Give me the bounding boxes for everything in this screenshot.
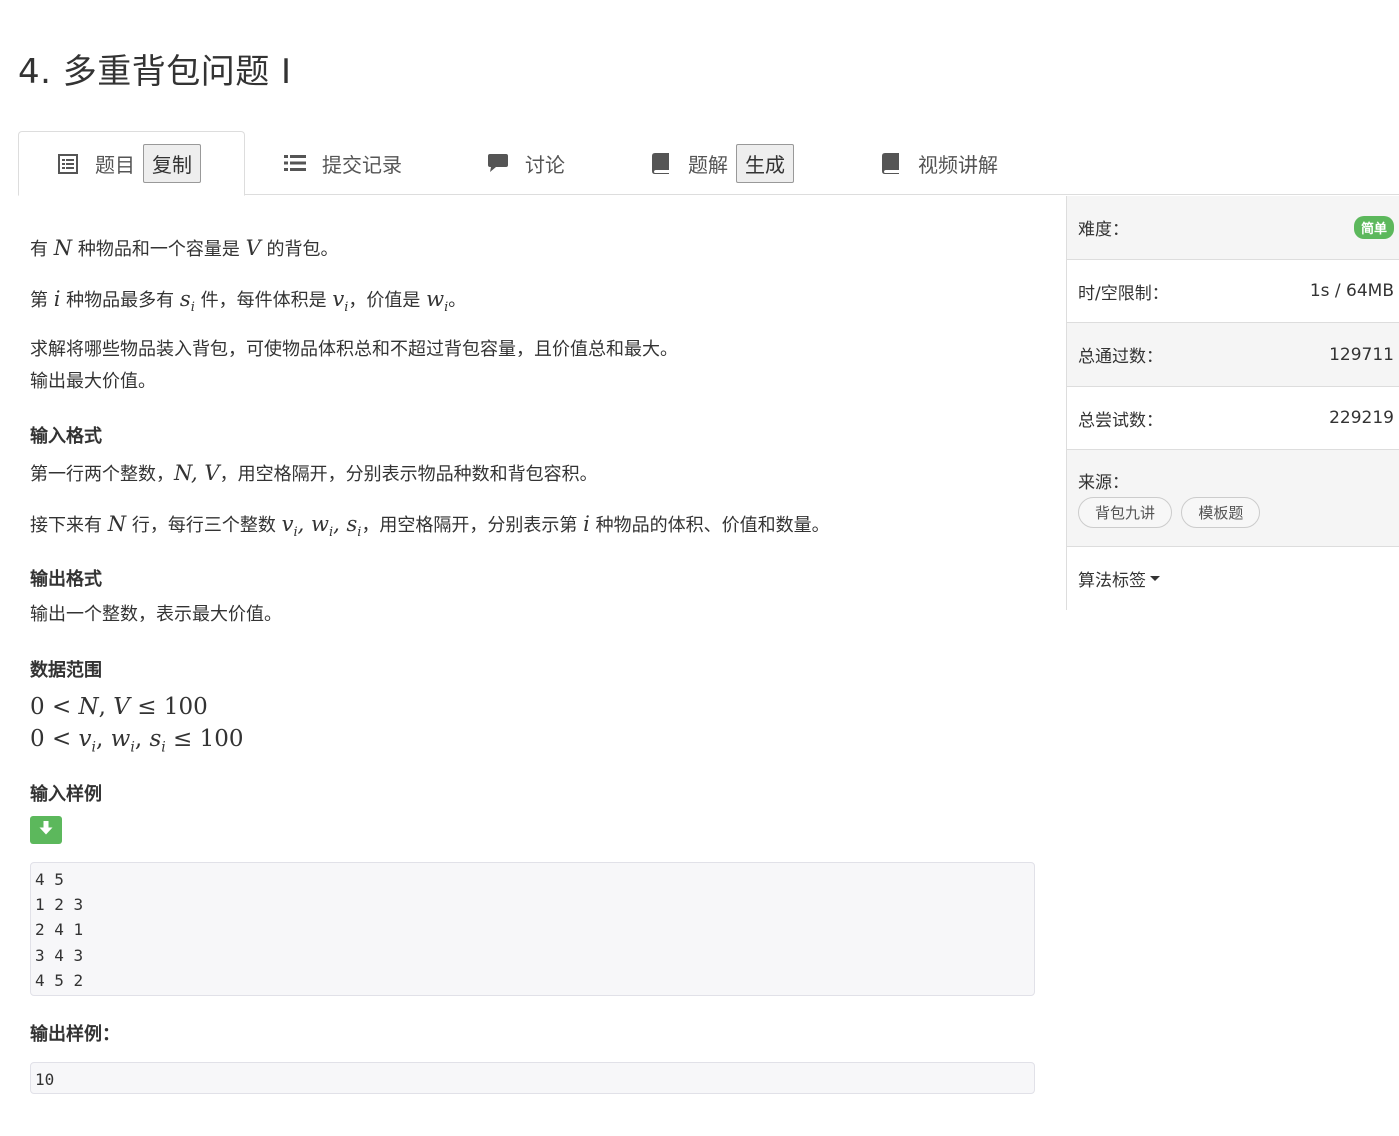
algo-tags-toggle[interactable]: 算法标签 (1067, 547, 1399, 610)
sample-input-block[interactable]: 4 5 1 2 3 2 4 1 3 4 3 4 5 2 (30, 862, 1035, 996)
statement-p3: 求解将哪些物品装入背包，可使物品体积总和不超过背包容量，且价值总和最大。 (30, 339, 678, 360)
passed-row: 总通过数： 129711 (1067, 323, 1399, 387)
problem-info-sidebar: 难度： 简单 时/空限制： 1s / 64MB 总通过数： 129711 总尝试… (1066, 196, 1399, 610)
download-sample-button[interactable] (30, 816, 62, 844)
sample-input-heading: 输入样例 (30, 784, 102, 805)
list-icon (284, 152, 306, 174)
tab-solutions-label: 题解 (688, 152, 728, 177)
tab-video[interactable]: 视频讲解 (880, 131, 998, 195)
source-label: 来源： (1078, 473, 1129, 493)
source-row: 来源： 背包九讲 模板题 (1067, 450, 1399, 547)
copy-button[interactable]: 复制 (143, 144, 201, 183)
tab-problem-label: 题目 (95, 153, 135, 177)
source-tag[interactable]: 背包九讲 (1078, 497, 1173, 528)
book-icon (650, 152, 672, 174)
tried-value: 229219 (1329, 408, 1394, 428)
sample-output-block[interactable]: 10 (30, 1062, 1035, 1094)
data-range-heading: 数据范围 (30, 660, 102, 681)
limit-row: 时/空限制： 1s / 64MB (1067, 260, 1399, 323)
output-format-p: 输出一个整数，表示最大价值。 (30, 604, 282, 625)
tab-problem[interactable]: 题目 复制 (18, 131, 245, 196)
generate-button[interactable]: 生成 (736, 143, 794, 183)
tab-solutions[interactable]: 题解 生成 (650, 131, 794, 195)
statement-p4: 输出最大价值。 (30, 371, 156, 392)
comment-icon (487, 152, 509, 174)
tab-bar: 题目 复制 提交记录 讨论 题解 生成 视频讲解 (18, 131, 1399, 196)
limit-label: 时/空限制： (1078, 283, 1169, 304)
passed-label: 总通过数： (1078, 347, 1163, 367)
sample-output-heading: 输出样例： (30, 1024, 120, 1045)
tab-video-label: 视频讲解 (918, 152, 998, 177)
output-format-heading: 输出格式 (30, 569, 102, 590)
tab-discussion[interactable]: 讨论 (487, 131, 565, 195)
list-alt-icon (57, 153, 79, 175)
tab-submissions[interactable]: 提交记录 (284, 131, 402, 195)
input-format-p2: 接下来有 N 行，每行三个整数 vi, wi, si，用空格隔开，分别表示第 i… (30, 512, 830, 541)
input-format-heading: 输入格式 (30, 426, 102, 447)
book-icon (880, 152, 902, 174)
statement-p2: 第 i 种物品最多有 si 件，每件体积是 vi，价值是 wi。 (30, 287, 467, 316)
source-tag[interactable]: 模板题 (1181, 497, 1261, 528)
tried-label: 总尝试数： (1078, 410, 1163, 431)
caret-down-icon (1150, 576, 1160, 581)
tab-submissions-label: 提交记录 (322, 152, 402, 177)
statement-p1: 有 N 种物品和一个容量是 V 的背包。 (30, 236, 339, 260)
tab-discussion-label: 讨论 (525, 152, 565, 177)
difficulty-badge: 简单 (1353, 216, 1394, 239)
page-title: 4. 多重背包问题 I (18, 52, 292, 92)
algo-tags-label: 算法标签 (1078, 571, 1146, 591)
data-range-line1: 0 < N, V ≤ 100 (30, 694, 208, 720)
tried-row: 总尝试数： 229219 (1067, 387, 1399, 450)
data-range-line2: 0 < vi, wi, si ≤ 100 (30, 726, 244, 756)
difficulty-label: 难度： (1078, 220, 1129, 240)
input-format-p1: 第一行两个整数，N, V，用空格隔开，分别表示物品种数和背包容积。 (30, 461, 598, 485)
passed-value: 129711 (1329, 344, 1394, 365)
limit-value: 1s / 64MB (1309, 281, 1394, 301)
download-icon (38, 820, 54, 840)
difficulty-row: 难度： 简单 (1067, 196, 1399, 260)
